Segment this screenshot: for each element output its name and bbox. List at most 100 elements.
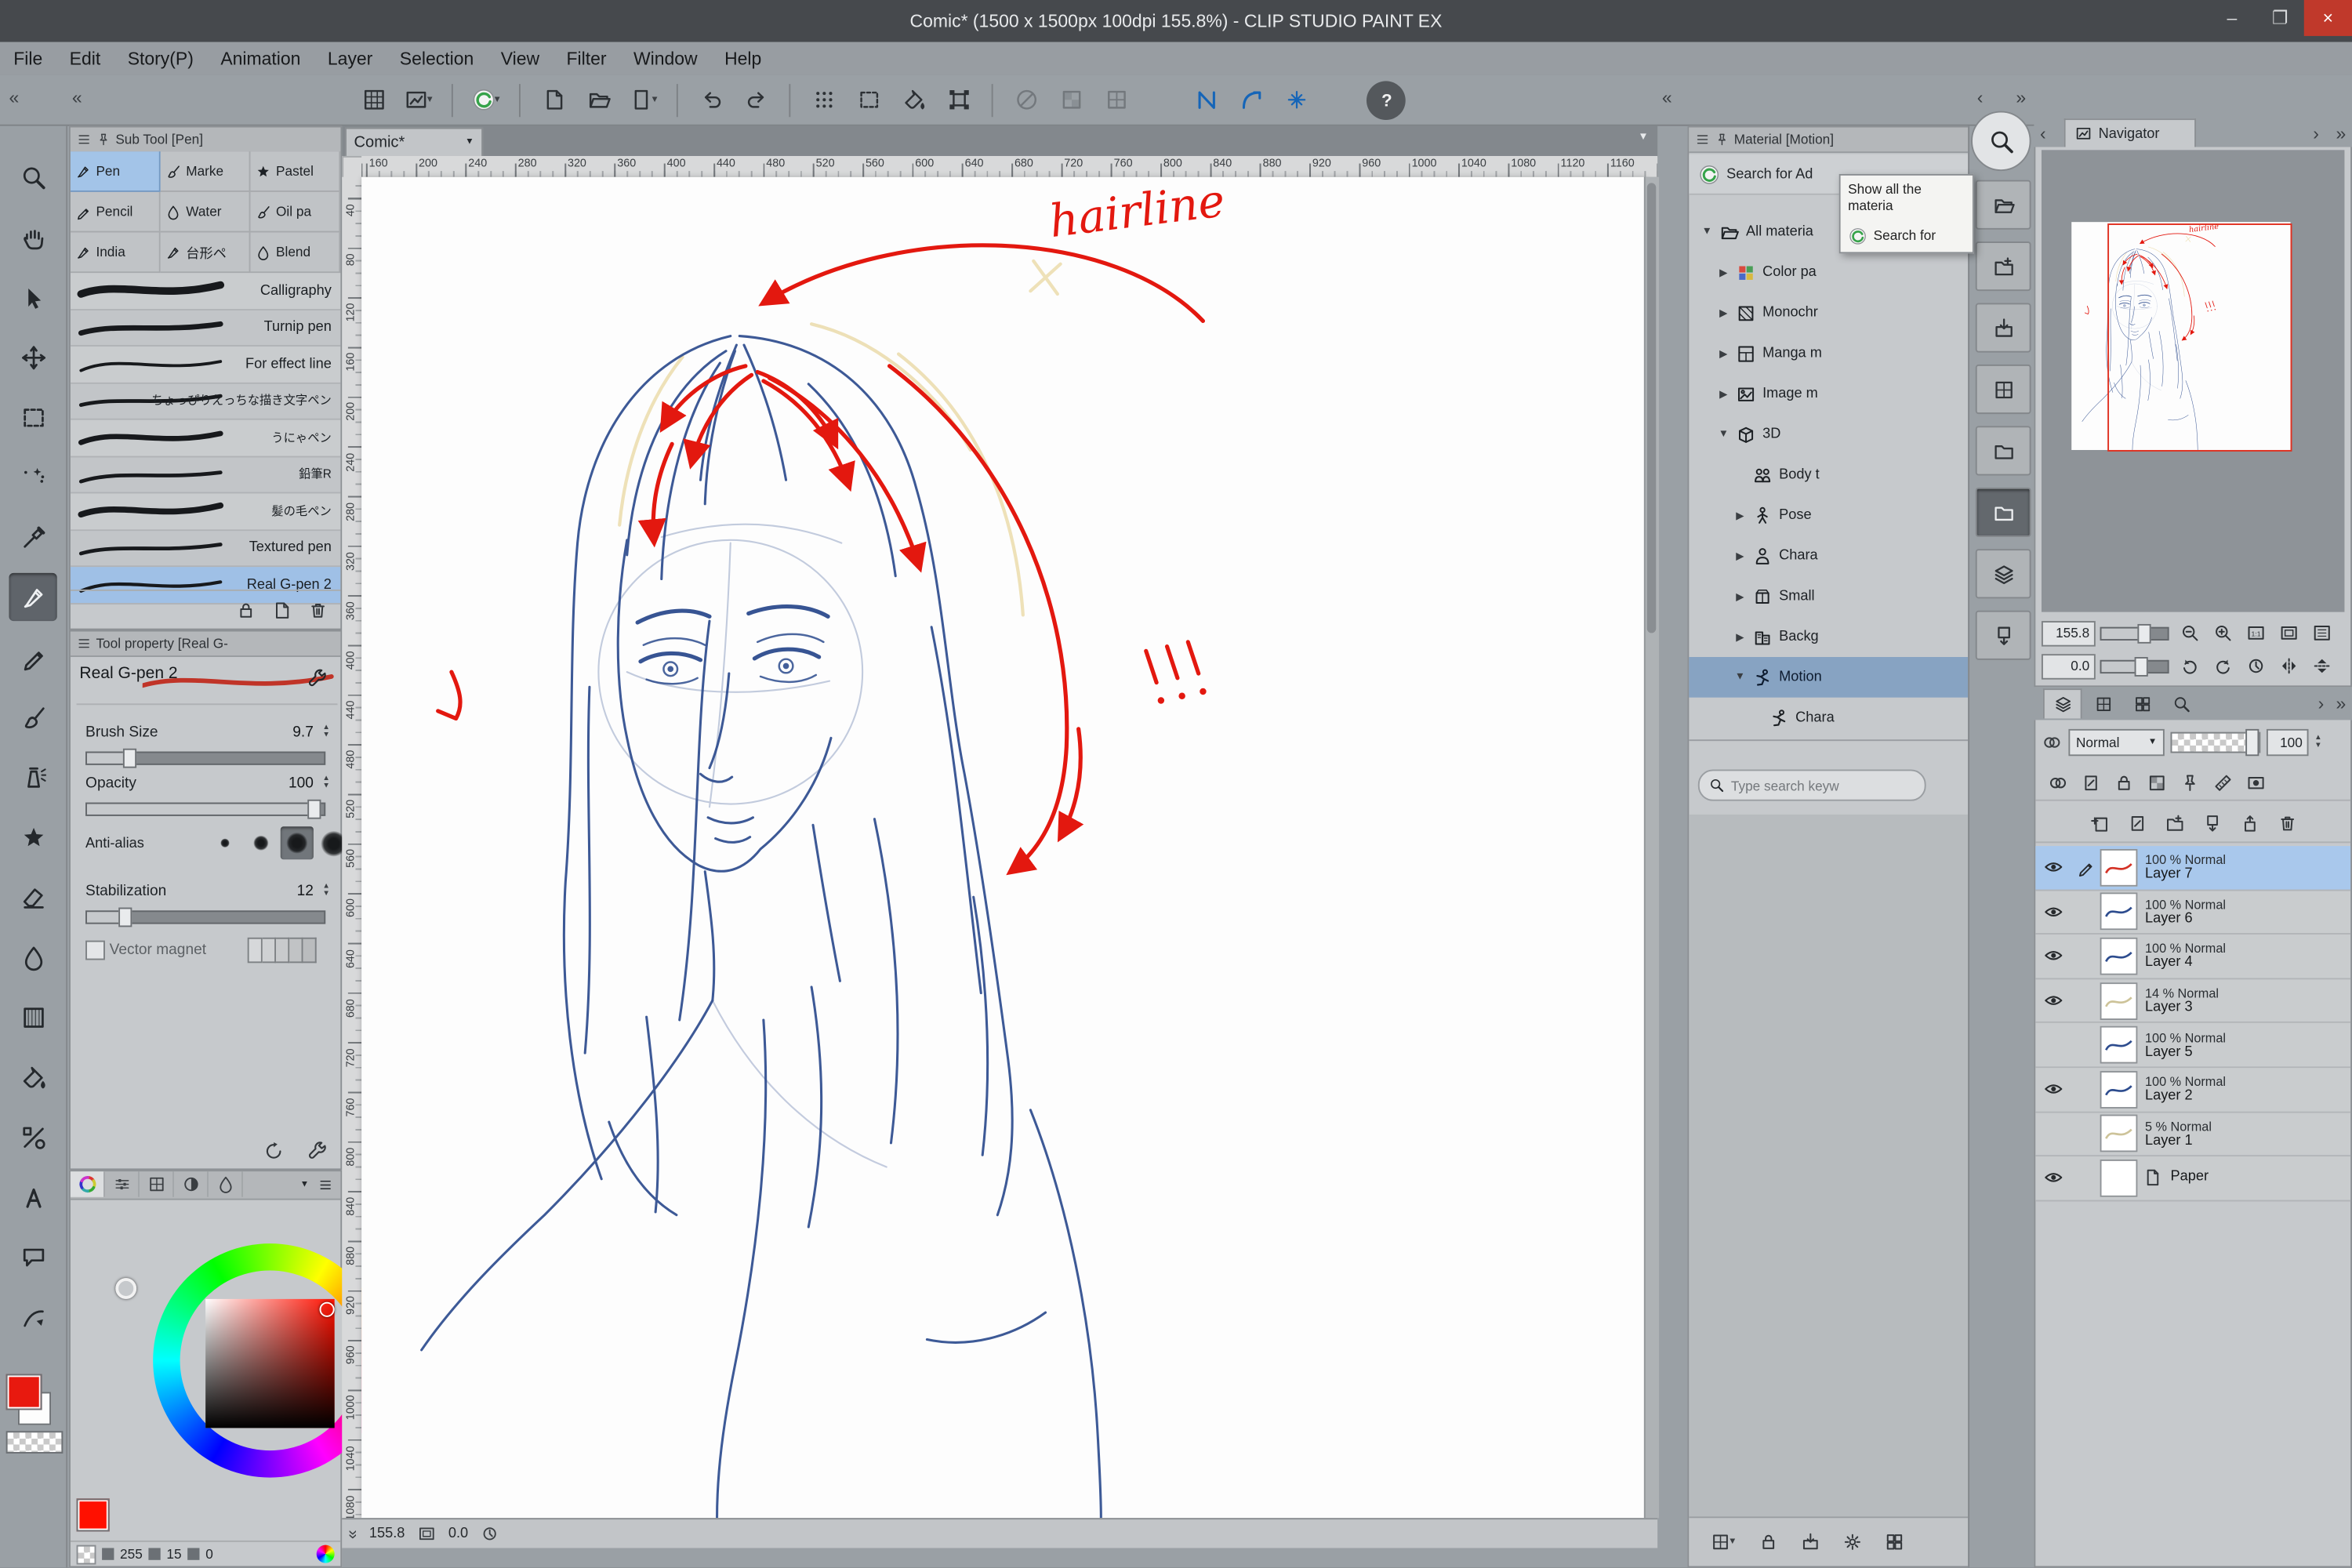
- vector-magnet-strength[interactable]: [247, 937, 317, 964]
- reset-all-settings-button[interactable]: [263, 1140, 285, 1163]
- document-tab-menu-icon[interactable]: ▼: [465, 138, 474, 147]
- popup-show-all-materials[interactable]: Show all the materia: [1841, 176, 1973, 220]
- subtool-group-2[interactable]: Pastel: [250, 151, 341, 192]
- intermediate-color-tab[interactable]: [174, 1171, 209, 1197]
- antialias-none-button[interactable]: [209, 826, 241, 859]
- gradient-tool[interactable]: [9, 993, 56, 1041]
- layer-opacity-slider[interactable]: [2170, 728, 2261, 757]
- material-open-folder-button[interactable]: [1975, 180, 2031, 230]
- opacity-slider[interactable]: [85, 799, 326, 819]
- material-folder-b-button[interactable]: [1975, 487, 2031, 537]
- fill-tool[interactable]: [9, 1053, 56, 1101]
- duplicate-subtool-button[interactable]: [271, 599, 292, 620]
- flip-vertical-button[interactable]: [2306, 652, 2339, 679]
- layer-menu-icon[interactable]: ›: [2318, 693, 2325, 714]
- subtool-group-4[interactable]: Water: [160, 191, 251, 233]
- set-as-ruler-icon[interactable]: [2212, 771, 2234, 793]
- navigator-zoom-slider[interactable]: [2100, 622, 2169, 643]
- material-tree-item[interactable]: ▶ Chara: [1689, 535, 1968, 576]
- new-file-button[interactable]: [534, 80, 573, 119]
- undo-button[interactable]: [691, 80, 731, 119]
- brush-tool[interactable]: [9, 693, 56, 741]
- snap-to-ruler-button[interactable]: [1186, 80, 1225, 119]
- lock-transparent-pixels-icon[interactable]: [2147, 771, 2168, 793]
- material-lock-button[interactable]: [1758, 1531, 1779, 1552]
- tab-list-icon[interactable]: ▼: [1638, 132, 1648, 142]
- layer-visibility-toggle[interactable]: [2035, 902, 2071, 923]
- collapse-triangle-icon[interactable]: ▶: [1734, 590, 1746, 602]
- sv-marker[interactable]: [319, 1301, 335, 1317]
- menu-window[interactable]: Window: [620, 45, 711, 71]
- layer-dock-icon[interactable]: »: [2336, 693, 2347, 714]
- expand-timeline-icon[interactable]: «: [343, 1529, 361, 1538]
- vector-magnet-checkbox[interactable]: [85, 940, 105, 960]
- layer-thumbnail[interactable]: [2100, 1115, 2138, 1153]
- subtool-item[interactable]: Calligraphy: [70, 273, 341, 310]
- layer-visibility-toggle[interactable]: [2035, 946, 2071, 967]
- snap-to-grid-button[interactable]: [1276, 80, 1316, 119]
- layer-palette-tab[interactable]: [2042, 688, 2082, 719]
- reset-rotation-icon[interactable]: [480, 1524, 499, 1544]
- menu-storyp[interactable]: Story(P): [114, 45, 207, 71]
- reset-rotation-icon[interactable]: [480, 1524, 499, 1544]
- antialias-weak-button[interactable]: [245, 826, 278, 859]
- layer-thumbnail[interactable]: [2100, 1159, 2138, 1197]
- subtool-item[interactable]: 髪の毛ペン: [70, 493, 341, 531]
- layer-row[interactable]: 100 % Normal Layer 4: [2035, 935, 2351, 979]
- expand-triangle-icon[interactable]: ▼: [1701, 227, 1713, 237]
- hue-ring-marker[interactable]: [115, 1278, 137, 1299]
- opacity-value[interactable]: 100: [266, 775, 314, 792]
- flip-horizontal-button[interactable]: [2273, 652, 2306, 679]
- material-settings-button[interactable]: [1842, 1531, 1863, 1552]
- brush-size-slider[interactable]: [85, 748, 326, 768]
- material-grid-button[interactable]: [1975, 364, 2031, 415]
- eyedropper-tool[interactable]: [9, 513, 56, 561]
- subtool-item[interactable]: ちょっぴりえっちな描き文字ペン: [70, 383, 341, 420]
- save-file-button[interactable]: ▼: [624, 80, 663, 119]
- menu-selection[interactable]: Selection: [387, 45, 488, 71]
- antialias-middle-button[interactable]: [280, 826, 314, 860]
- navigator-rotation-slider[interactable]: [2100, 656, 2169, 676]
- airbrush-tool[interactable]: [9, 753, 56, 800]
- popup-search-for[interactable]: Search for: [1841, 220, 1973, 252]
- layer-visibility-toggle[interactable]: [2035, 857, 2071, 878]
- material-tree-item[interactable]: ▶ Backg: [1689, 616, 1968, 657]
- navigator-view-frame[interactable]: [2107, 223, 2292, 452]
- layer-property-tab[interactable]: [2085, 689, 2121, 717]
- collapse-triangle-icon[interactable]: ▶: [1734, 631, 1746, 642]
- clip-studio-open-button[interactable]: ▼: [466, 80, 506, 119]
- layer-thumbnail[interactable]: [2100, 1070, 2138, 1109]
- grid-view-button[interactable]: [1097, 80, 1136, 119]
- subtool-group-3[interactable]: Pencil: [70, 191, 161, 233]
- maximize-button[interactable]: ❐: [2256, 0, 2304, 36]
- selection-tool[interactable]: [9, 393, 56, 441]
- material-import-button[interactable]: [1800, 1531, 1821, 1552]
- subtool-group-8[interactable]: Blend: [250, 232, 341, 274]
- subtool-group-1[interactable]: Marke: [160, 151, 251, 192]
- fit-icon[interactable]: [417, 1524, 437, 1544]
- copy-icon[interactable]: [271, 599, 292, 620]
- layer-row[interactable]: 100 % Normal Layer 2: [2035, 1068, 2351, 1112]
- zoom-tool[interactable]: [9, 153, 56, 201]
- fit-screen-button[interactable]: [2273, 619, 2306, 646]
- deselect-button[interactable]: [849, 80, 888, 119]
- close-button[interactable]: ×: [2303, 0, 2352, 36]
- menu-help[interactable]: Help: [711, 45, 775, 71]
- document-tab[interactable]: Comic* ▼: [345, 127, 484, 156]
- transparent-swatch[interactable]: [5, 1431, 64, 1454]
- canvas-vertical-scrollbar[interactable]: [1643, 176, 1660, 1519]
- animation-cels-tab[interactable]: [2124, 689, 2160, 717]
- collapse-triangle-icon[interactable]: ▶: [1718, 307, 1730, 318]
- material-search-input[interactable]: Type search keyw: [1697, 769, 1926, 801]
- decoration-tool[interactable]: [9, 813, 56, 861]
- opacity-stepper[interactable]: ▲ ▼: [322, 775, 329, 790]
- clip-to-layer-below-icon[interactable]: [2048, 771, 2069, 793]
- subtool-panel-header[interactable]: Sub Tool [Pen]: [70, 127, 341, 154]
- layer-opacity-value[interactable]: 100: [2266, 728, 2309, 757]
- subtool-detail-button[interactable]: [306, 667, 328, 690]
- reset-icon[interactable]: [263, 1140, 285, 1163]
- material-tree-item[interactable]: ▶ Image m: [1689, 373, 1968, 414]
- navigator-viewport[interactable]: [2041, 150, 2345, 612]
- material-folder-a-button[interactable]: [1975, 426, 2031, 476]
- subtool-group-0[interactable]: Pen: [70, 151, 161, 192]
